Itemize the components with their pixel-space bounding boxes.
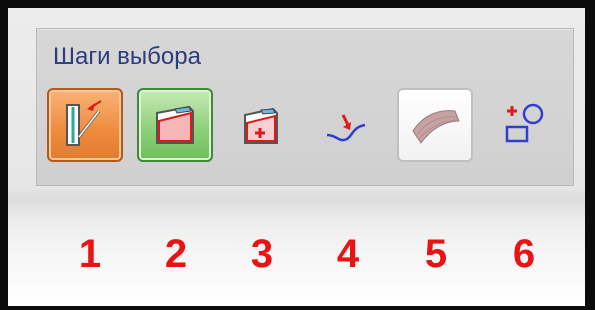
step-number-3: 3 <box>250 232 274 276</box>
tool-button-5[interactable] <box>397 88 473 162</box>
step-number-6: 6 <box>512 232 536 276</box>
add-shape-icon <box>505 103 544 143</box>
tool-button-6[interactable] <box>487 88 563 162</box>
tool-button-3[interactable] <box>223 88 299 162</box>
step-number-2: 2 <box>164 232 188 276</box>
select-face-icon <box>156 105 194 144</box>
step-number-1: 1 <box>78 232 102 276</box>
tool-button-1[interactable] <box>47 88 123 162</box>
tool-button-2[interactable] <box>137 88 213 162</box>
step-number-5: 5 <box>424 232 448 276</box>
add-face-icon <box>244 107 278 144</box>
selection-steps-panel: Шаги выбора <box>36 28 574 186</box>
select-curve-icon <box>326 114 366 142</box>
step-number-4: 4 <box>336 232 360 276</box>
panel-title: Шаги выбора <box>53 43 201 70</box>
select-edge-icon <box>66 100 102 146</box>
select-surface-icon <box>412 110 460 144</box>
tool-button-4[interactable] <box>309 88 385 162</box>
